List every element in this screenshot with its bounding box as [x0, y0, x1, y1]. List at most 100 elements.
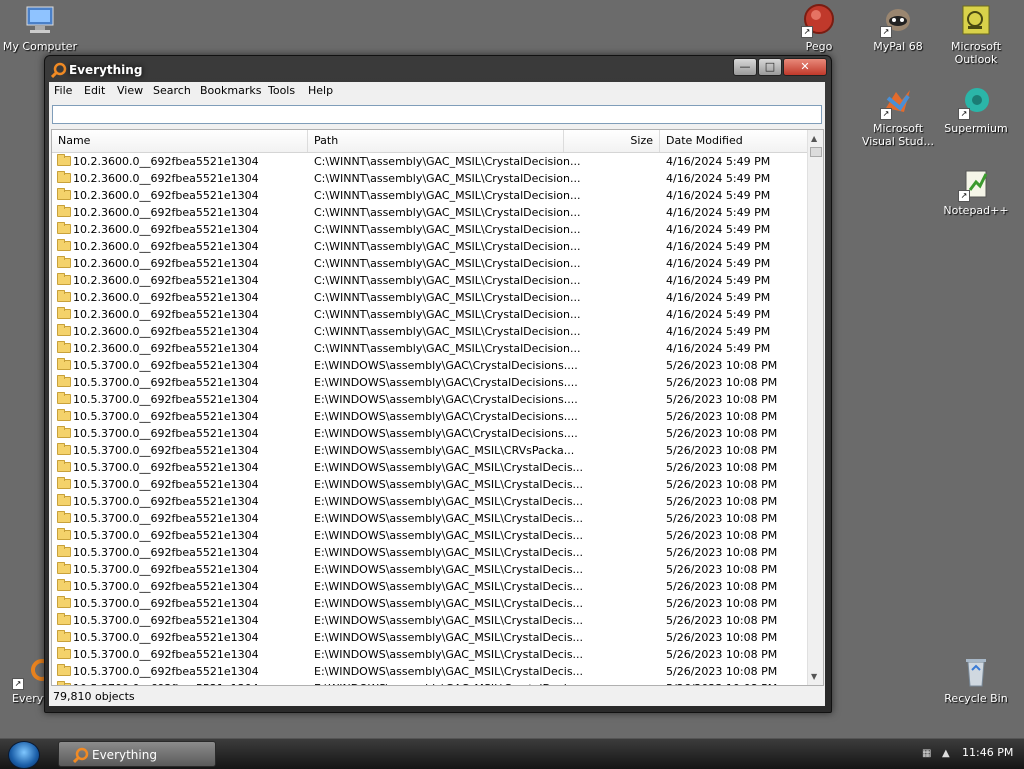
scroll-up-icon[interactable]: ▲	[811, 134, 817, 143]
desktop-icon-label: Everyth	[12, 692, 55, 705]
folder-icon	[57, 290, 71, 302]
desktop-icon-my-computer[interactable]: My Computer	[0, 4, 80, 53]
outlook-icon	[960, 4, 992, 36]
row-date: 5/26/2023 10:08 PM	[666, 478, 778, 491]
table-row[interactable]: 10.2.3600.0__692fbea5521e1304 C:\WINNT\as…	[52, 272, 809, 289]
menu-tools[interactable]: Tools	[268, 84, 295, 97]
keyboard-icon[interactable]: ▦	[922, 748, 931, 759]
desktop-icon-mypal[interactable]: ↗ MyPal 68	[858, 4, 938, 53]
table-row[interactable]: 10.5.3700.0__692fbea5521e1304 E:\WINDOWS\…	[52, 612, 809, 629]
table-row[interactable]: 10.5.3700.0__692fbea5521e1304 E:\WINDOWS\…	[52, 595, 809, 612]
table-row[interactable]: 10.5.3700.0__692fbea5521e1304 E:\WINDOWS\…	[52, 408, 809, 425]
menu-search[interactable]: Search	[153, 84, 191, 97]
table-row[interactable]: 10.5.3700.0__692fbea5521e1304 E:\WINDOWS\…	[52, 663, 809, 680]
table-row[interactable]: 10.5.3700.0__692fbea5521e1304 E:\WINDOWS\…	[52, 425, 809, 442]
mypal-icon: ↗	[880, 4, 914, 38]
menu-help[interactable]: Help	[308, 84, 333, 97]
taskbar-button-label: Everything	[92, 748, 157, 762]
table-row[interactable]: 10.5.3700.0__692fbea5521e1304 E:\WINDOWS\…	[52, 578, 809, 595]
table-row[interactable]: 10.5.3700.0__692fbea5521e1304 E:\WINDOWS\…	[52, 493, 809, 510]
table-row[interactable]: 10.5.3700.0__692fbea5521e1304 E:\WINDOWS\…	[52, 357, 809, 374]
column-date-header[interactable]: Date Modified	[660, 130, 809, 152]
table-row[interactable]: 10.5.3700.0__692fbea5521e1304 E:\WINDOWS\…	[52, 391, 809, 408]
column-size-header[interactable]: Size	[564, 130, 660, 152]
table-row[interactable]: 10.5.3700.0__692fbea5521e1304 E:\WINDOWS\…	[52, 510, 809, 527]
row-name: 10.5.3700.0__692fbea5521e1304	[73, 580, 259, 593]
close-button[interactable]: ✕	[783, 58, 827, 76]
row-path: E:\WINDOWS\assembly\GAC_MSIL\CrystalDeci…	[314, 648, 584, 661]
folder-icon	[57, 426, 71, 438]
table-row[interactable]: 10.5.3700.0__692fbea5521e1304 E:\WINDOWS\…	[52, 374, 809, 391]
desktop-icon-visual-studio[interactable]: ↗ Microsoft Visual Stud...	[858, 86, 938, 148]
table-row[interactable]: 10.2.3600.0__692fbea5521e1304 C:\WINNT\as…	[52, 323, 809, 340]
windows-orb-icon[interactable]	[8, 741, 40, 769]
row-name: 10.5.3700.0__692fbea5521e1304	[73, 512, 259, 525]
folder-icon	[57, 545, 71, 557]
table-row[interactable]: 10.5.3700.0__692fbea5521e1304 E:\WINDOWS\…	[52, 459, 809, 476]
vertical-scrollbar[interactable]: ▲ ▼	[807, 130, 823, 685]
menu-view[interactable]: View	[117, 84, 143, 97]
row-path: E:\WINDOWS\assembly\GAC\CrystalDecisions…	[314, 427, 578, 440]
row-path: E:\WINDOWS\assembly\GAC_MSIL\CrystalDeci…	[314, 546, 584, 559]
column-name-header[interactable]: Name	[52, 130, 308, 152]
folder-icon	[57, 273, 71, 285]
tray-expand-icon[interactable]: ▲	[942, 748, 950, 759]
taskbar: Everything ▦ ▲ 11:46 PM	[0, 738, 1024, 769]
table-row[interactable]: 10.5.3700.0__692fbea5521e1304 E:\WINDOWS\…	[52, 680, 809, 685]
table-row[interactable]: 10.5.3700.0__692fbea5521e1304 E:\WINDOWS\…	[52, 544, 809, 561]
row-path: C:\WINNT\assembly\GAC_MSIL\CrystalDecisi…	[314, 155, 581, 168]
table-row[interactable]: 10.2.3600.0__692fbea5521e1304 C:\WINNT\as…	[52, 153, 809, 170]
maximize-button[interactable]: □	[758, 58, 782, 76]
folder-icon	[57, 630, 71, 642]
table-row[interactable]: 10.5.3700.0__692fbea5521e1304 E:\WINDOWS\…	[52, 527, 809, 544]
everything-icon: ↗	[12, 656, 53, 690]
table-row[interactable]: 10.5.3700.0__692fbea5521e1304 E:\WINDOWS\…	[52, 561, 809, 578]
row-path: C:\WINNT\assembly\GAC_MSIL\CrystalDecisi…	[314, 172, 581, 185]
table-row[interactable]: 10.2.3600.0__692fbea5521e1304 C:\WINNT\as…	[52, 255, 809, 272]
row-path: E:\WINDOWS\assembly\GAC_MSIL\CrystalDeci…	[314, 461, 584, 474]
row-date: 4/16/2024 5:49 PM	[666, 257, 771, 270]
row-path: E:\WINDOWS\assembly\GAC_MSIL\CrystalDeci…	[314, 529, 584, 542]
column-path-header[interactable]: Path	[308, 130, 564, 152]
table-row[interactable]: 10.2.3600.0__692fbea5521e1304 C:\WINNT\as…	[52, 187, 809, 204]
scroll-down-icon[interactable]: ▼	[811, 672, 817, 681]
results-rows: 10.2.3600.0__692fbea5521e1304 C:\WINNT\as…	[52, 153, 809, 685]
row-date: 5/26/2023 10:08 PM	[666, 680, 777, 685]
taskbar-button-everything[interactable]: Everything	[58, 741, 216, 767]
table-row[interactable]: 10.2.3600.0__692fbea5521e1304 C:\WINNT\as…	[52, 306, 809, 323]
desktop-icon-label: Notepad++	[943, 204, 1009, 217]
search-input[interactable]	[52, 105, 822, 124]
table-row[interactable]: 10.2.3600.0__692fbea5521e1304 C:\WINNT\as…	[52, 238, 809, 255]
desktop-icon-recycle-bin[interactable]: Recycle Bin	[936, 656, 1016, 705]
clock[interactable]: 11:46 PM	[962, 746, 1013, 759]
table-row[interactable]: 10.2.3600.0__692fbea5521e1304 C:\WINNT\as…	[52, 340, 809, 357]
desktop-icon-everything[interactable]: ↗ Everyth	[0, 656, 55, 705]
table-row[interactable]: 10.5.3700.0__692fbea5521e1304 E:\WINDOWS\…	[52, 442, 809, 459]
table-row[interactable]: 10.2.3600.0__692fbea5521e1304 C:\WINNT\as…	[52, 170, 809, 187]
row-path: C:\WINNT\assembly\GAC_MSIL\CrystalDecisi…	[314, 308, 581, 321]
menu-edit[interactable]: Edit	[84, 84, 105, 97]
title-bar[interactable]: Everything — □ ✕	[45, 56, 831, 82]
table-row[interactable]: 10.5.3700.0__692fbea5521e1304 E:\WINDOWS\…	[52, 646, 809, 663]
scroll-thumb[interactable]	[810, 147, 822, 157]
desktop-icon-supermium[interactable]: ↗ Supermium	[936, 86, 1016, 135]
folder-icon	[57, 460, 71, 472]
shortcut-arrow-icon: ↗	[801, 26, 813, 38]
menu-file[interactable]: File	[54, 84, 72, 97]
table-row[interactable]: 10.5.3700.0__692fbea5521e1304 E:\WINDOWS\…	[52, 629, 809, 646]
desktop-icon-notepadpp[interactable]: ↗ Notepad++	[936, 168, 1016, 217]
minimize-button[interactable]: —	[733, 58, 757, 76]
table-row[interactable]: 10.5.3700.0__692fbea5521e1304 E:\WINDOWS\…	[52, 476, 809, 493]
row-path: C:\WINNT\assembly\GAC_MSIL\CrystalDecisi…	[314, 274, 581, 287]
desktop-icon-outlook[interactable]: Microsoft Outlook	[936, 4, 1016, 66]
desktop-icon-pego[interactable]: ↗ Pego	[779, 4, 859, 53]
row-date: 5/26/2023 10:08 PM	[666, 393, 778, 406]
status-bar: 79,810 objects	[49, 688, 829, 706]
table-row[interactable]: 10.2.3600.0__692fbea5521e1304 C:\WINNT\as…	[52, 289, 809, 306]
menu-bookmarks[interactable]: Bookmarks	[200, 84, 261, 97]
row-date: 4/16/2024 5:49 PM	[666, 325, 771, 338]
table-row[interactable]: 10.2.3600.0__692fbea5521e1304 C:\WINNT\as…	[52, 221, 809, 238]
row-date: 5/26/2023 10:08 PM	[666, 376, 778, 389]
table-row[interactable]: 10.2.3600.0__692fbea5521e1304 C:\WINNT\as…	[52, 204, 809, 221]
desktop-icon-label: My Computer	[2, 40, 78, 53]
